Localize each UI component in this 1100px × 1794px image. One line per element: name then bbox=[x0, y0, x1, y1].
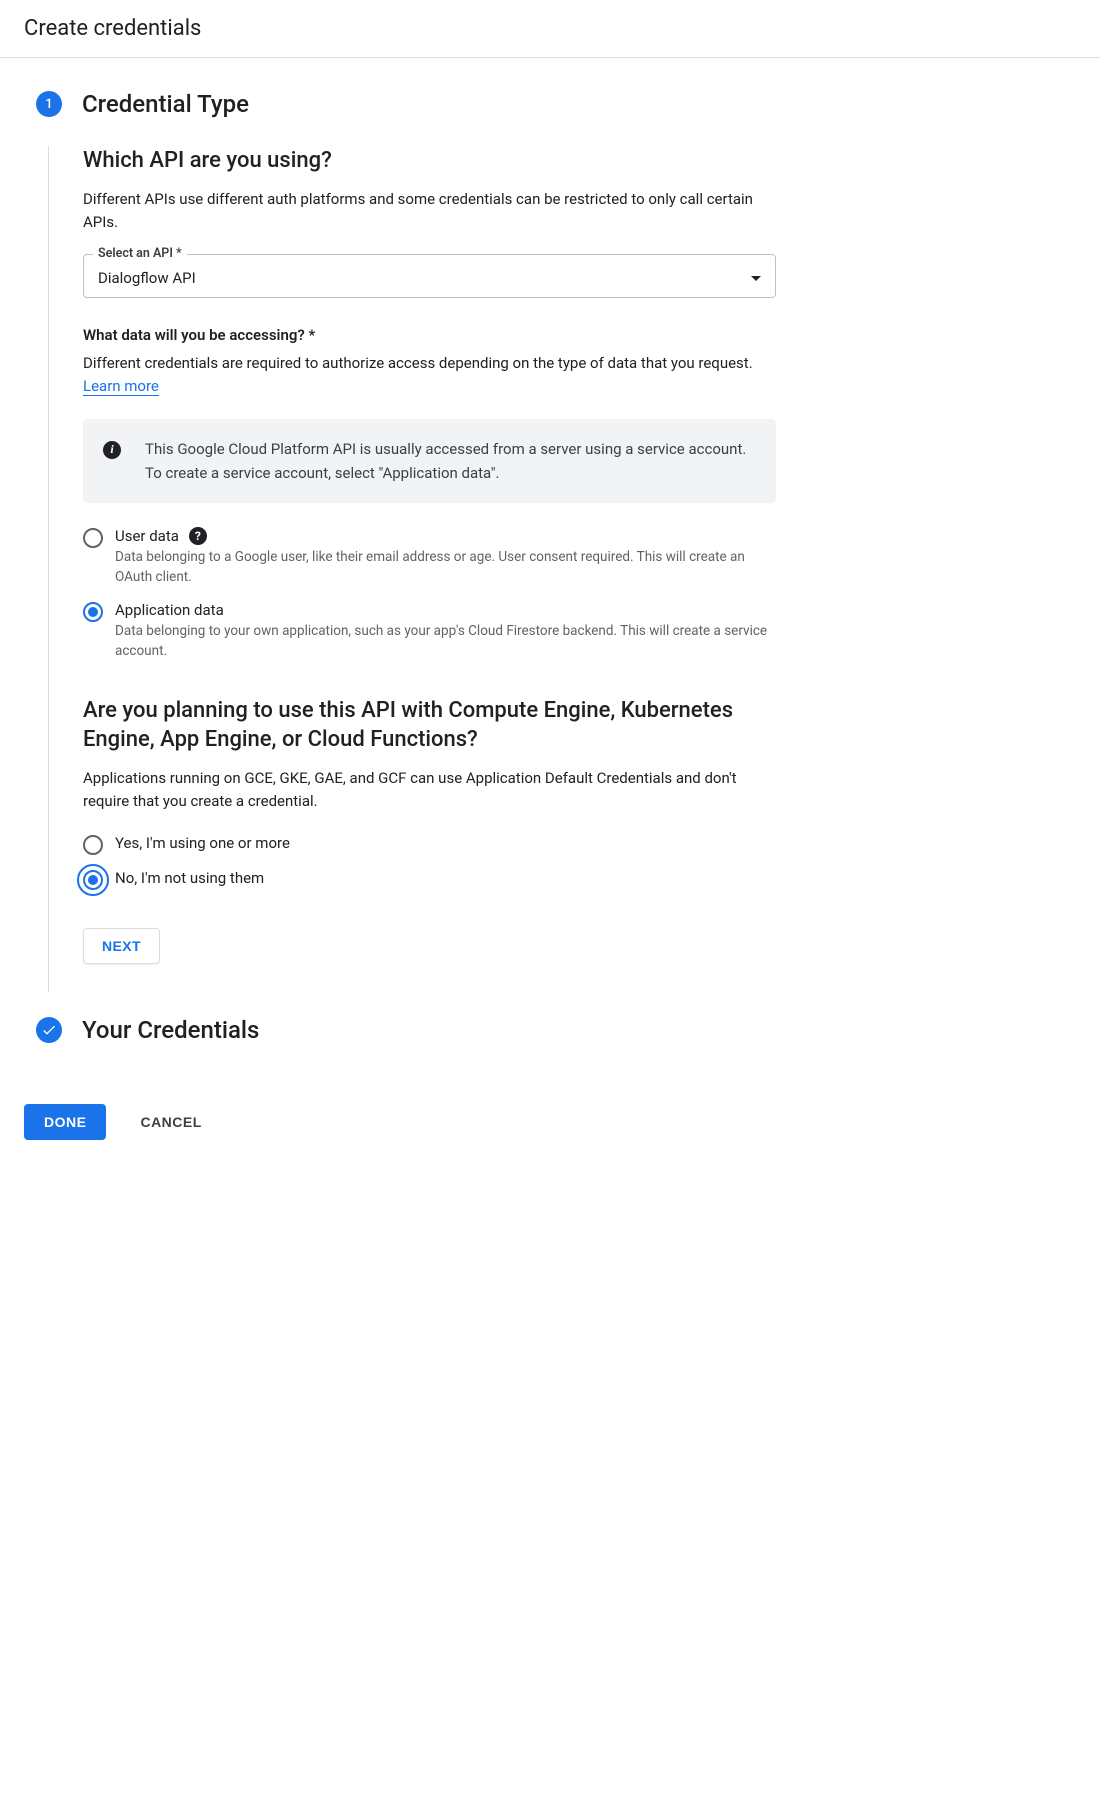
radio-application-data-desc: Data belonging to your own application, … bbox=[115, 621, 776, 662]
api-select-label: Select an API * bbox=[93, 246, 187, 261]
radio-yes-using[interactable] bbox=[83, 835, 103, 855]
footer-actions: DONE CANCEL bbox=[0, 1104, 1100, 1160]
step-check-icon bbox=[36, 1017, 62, 1043]
radio-user-data-label: User data ? bbox=[115, 527, 776, 545]
api-select-wrap: Select an API * Dialogflow API bbox=[83, 254, 776, 298]
api-select[interactable]: Dialogflow API bbox=[83, 254, 776, 298]
data-access-label: What data will you be accessing? * bbox=[83, 326, 776, 344]
radio-application-data-label: Application data bbox=[115, 601, 776, 619]
radio-no-row: No, I'm not using them bbox=[83, 869, 776, 890]
radio-user-data[interactable] bbox=[83, 528, 103, 548]
platform-section-heading: Are you planning to use this API with Co… bbox=[83, 696, 776, 755]
step2-title: Your Credentials bbox=[82, 1016, 259, 1044]
data-access-desc-text: Different credentials are required to au… bbox=[83, 354, 753, 372]
cancel-button[interactable]: CANCEL bbox=[134, 1113, 207, 1131]
api-section-heading: Which API are you using? bbox=[83, 146, 776, 176]
step-number-badge: 1 bbox=[36, 91, 62, 117]
dropdown-triangle-icon bbox=[751, 276, 761, 281]
learn-more-link[interactable]: Learn more bbox=[83, 377, 159, 396]
radio-label-text: Application data bbox=[115, 601, 224, 619]
platform-section-desc: Applications running on GCE, GKE, GAE, a… bbox=[83, 767, 776, 814]
radio-no-not-using[interactable] bbox=[83, 870, 103, 890]
radio-yes-row: Yes, I'm using one or more bbox=[83, 834, 776, 855]
info-text: This Google Cloud Platform API is usuall… bbox=[145, 437, 756, 485]
page-title: Create credentials bbox=[24, 16, 201, 41]
radio-user-data-row: User data ? Data belonging to a Google u… bbox=[83, 527, 776, 588]
next-button[interactable]: NEXT bbox=[83, 928, 160, 964]
page-header: Create credentials bbox=[0, 0, 1100, 58]
step1-body: Which API are you using? Different APIs … bbox=[48, 146, 776, 992]
step2-header: Your Credentials bbox=[36, 1016, 776, 1044]
radio-no-label: No, I'm not using them bbox=[115, 869, 264, 887]
api-section-desc: Different APIs use different auth platfo… bbox=[83, 188, 776, 235]
info-box: i This Google Cloud Platform API is usua… bbox=[83, 419, 776, 503]
wizard-content: 1 Credential Type Which API are you usin… bbox=[0, 58, 800, 1092]
radio-user-data-desc: Data belonging to a Google user, like th… bbox=[115, 547, 776, 588]
radio-application-data-row: Application data Data belonging to your … bbox=[83, 601, 776, 662]
data-access-desc: Different credentials are required to au… bbox=[83, 352, 776, 399]
radio-label-text: User data bbox=[115, 527, 179, 545]
radio-application-data[interactable] bbox=[83, 602, 103, 622]
radio-yes-label: Yes, I'm using one or more bbox=[115, 834, 290, 852]
api-select-value: Dialogflow API bbox=[98, 269, 196, 287]
info-icon: i bbox=[103, 441, 121, 459]
done-button[interactable]: DONE bbox=[24, 1104, 106, 1140]
help-icon[interactable]: ? bbox=[189, 527, 207, 545]
step1-header: 1 Credential Type bbox=[36, 90, 776, 118]
step1-title: Credential Type bbox=[82, 90, 249, 118]
